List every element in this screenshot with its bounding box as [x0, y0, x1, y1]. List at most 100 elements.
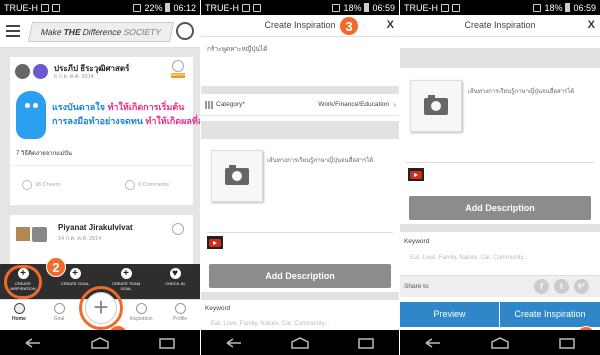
android-nav-bar	[201, 330, 399, 355]
home-nav-icon[interactable]	[90, 336, 110, 349]
lightbulb-icon	[172, 223, 184, 235]
grid-icon	[205, 101, 213, 109]
keyword-input[interactable]: Eat, Love, Family, Nature, Car, Communit…	[410, 255, 528, 261]
keyword-label: Keyword	[205, 305, 231, 312]
title-input[interactable]: กรัาะพูดหาะหญี่ปุ่นได้	[207, 44, 267, 54]
home-nav-icon[interactable]	[490, 336, 510, 349]
mascot-image	[16, 91, 46, 139]
battery-icon	[165, 3, 171, 12]
close-button[interactable]: X	[387, 19, 394, 31]
close-button[interactable]: X	[588, 19, 595, 31]
recents-icon[interactable]	[357, 337, 375, 349]
tab-profile[interactable]: Profile	[165, 303, 195, 322]
menu-icon[interactable]	[6, 25, 20, 37]
tab-label: Profile	[172, 316, 188, 322]
comments-button[interactable]: 0 Comments	[125, 180, 169, 190]
author-name[interactable]: Piyanat Jirakulvivat	[58, 223, 133, 232]
category-selector[interactable]: Category* Work/Finance/Education ›	[201, 94, 399, 116]
facebook-icon[interactable]: f	[534, 279, 549, 294]
highlight-ring	[4, 265, 42, 299]
google-plus-icon[interactable]: g+	[574, 279, 589, 294]
category-value: Work/Finance/Education	[318, 101, 389, 108]
tab-goal[interactable]: Goal	[44, 303, 74, 322]
avatar[interactable]	[33, 64, 48, 79]
camera-icon	[424, 94, 448, 115]
category-label: Category*	[216, 101, 245, 108]
post-date: 6 ก.ย. ค.ศ. 2014	[54, 74, 94, 80]
status-bar: TRUE-H 18% 06:59	[201, 0, 399, 15]
alarm-icon	[332, 3, 341, 12]
clock: 06:59	[573, 2, 596, 13]
back-icon[interactable]	[24, 337, 42, 348]
field-underline	[406, 162, 594, 163]
create-team-goal-button[interactable]: + CREATE TEAM GOAL	[107, 268, 145, 291]
keyword-label: Keyword	[404, 238, 430, 245]
clock: 06:59	[372, 2, 395, 13]
description-preview[interactable]: เส้นทางการเรียนรู้ภาษาญี่ปุ่นจนสื่อสารได…	[267, 155, 373, 165]
back-icon[interactable]	[225, 337, 243, 348]
feed-card[interactable]: Piyanat Jirakulvivat 14 ก.ค. ค.ศ. 2014	[10, 215, 193, 270]
battery-percent: 18%	[343, 2, 362, 13]
post-date: 14 ก.ค. ค.ศ. 2014	[58, 236, 102, 242]
status-bar: TRUE-H 22% 06:12	[0, 0, 200, 15]
inspiration-badge	[171, 223, 185, 243]
carrier-label: TRUE-H	[4, 2, 38, 13]
add-photo-button[interactable]	[211, 150, 263, 202]
recents-icon[interactable]	[558, 337, 576, 349]
home-nav-icon[interactable]	[290, 336, 310, 349]
avatar[interactable]	[32, 227, 47, 242]
home-icon	[13, 303, 25, 314]
post-image[interactable]: แรงบันดาลใจ ทำให้เกิดการเริ่มต้น การลงมื…	[10, 87, 200, 142]
avatar[interactable]	[16, 227, 30, 241]
add-photo-button[interactable]	[410, 80, 462, 132]
create-inspiration-scrolled-screen: TRUE-H 18% 06:59 Create Inspiration X เส้…	[400, 0, 600, 355]
brand-text: THE	[62, 27, 82, 37]
tab-home[interactable]: Home	[4, 303, 34, 322]
goal-icon	[53, 303, 65, 314]
profile-logo-icon[interactable]	[176, 22, 194, 40]
preview-button[interactable]: Preview	[400, 302, 499, 327]
notification-icon	[253, 3, 261, 12]
youtube-icon[interactable]	[408, 168, 424, 181]
camera-icon	[225, 164, 249, 185]
avatar[interactable]	[15, 64, 30, 79]
tab-inspiration[interactable]: Inspiration	[126, 303, 156, 322]
app-header: Make THE Difference SOCIETY	[0, 15, 200, 48]
lightbulb-icon	[135, 303, 147, 314]
battery-percent: 18%	[544, 2, 563, 13]
recents-icon[interactable]	[158, 337, 176, 349]
field-underline	[207, 232, 393, 233]
feed-card[interactable]: ประภีป ธีระวุฒิศาสตร์ 6 ก.ย. ค.ศ. 2014 I…	[10, 57, 200, 205]
keyword-input[interactable]: Eat, Love, Family, Nature, Car, Communit…	[211, 321, 329, 327]
brand-text: SOCIETY	[122, 27, 163, 37]
step-callout: 3	[339, 16, 359, 36]
card-footer: 38 Cheers 0 Comments	[10, 165, 193, 205]
add-description-button[interactable]: Add Description	[409, 196, 591, 220]
check-in-button[interactable]: ♥ CHECK-IN	[156, 268, 194, 286]
youtube-icon[interactable]	[207, 236, 223, 249]
alarm-icon	[133, 3, 142, 12]
title-bar: Create Inspiration X	[201, 15, 399, 37]
cheers-button[interactable]: 38 Cheers	[22, 180, 60, 190]
battery-percent: 22%	[144, 2, 163, 13]
back-icon[interactable]	[424, 337, 442, 348]
badge-label: INSPIRATION	[171, 73, 194, 78]
title-bar: Create Inspiration X	[400, 15, 600, 37]
share-label: Share to	[404, 283, 429, 290]
android-nav-bar	[0, 330, 200, 355]
plus-icon: +	[69, 268, 81, 279]
twitter-icon[interactable]: t	[554, 279, 569, 294]
add-description-button[interactable]: Add Description	[209, 264, 391, 288]
create-fab-button[interactable]: +	[85, 292, 117, 324]
create-inspiration-button[interactable]: Create Inspiration	[500, 302, 600, 327]
action-label: CREATE GOAL	[60, 281, 90, 286]
cheers-icon	[22, 180, 32, 190]
clock: 06:12	[173, 2, 196, 13]
description-preview[interactable]: เส้นทางการเรียนรู้ภาษาญี่ปุ่นจนสื่อสารได…	[468, 86, 574, 96]
create-inspiration-screen: TRUE-H 18% 06:59 Create Inspiration X 3 ก…	[201, 0, 399, 355]
heart-icon: ♥	[169, 268, 181, 279]
cheers-count: 38 Cheers	[35, 182, 61, 188]
notification-icon	[452, 3, 460, 12]
banner-text: การลงมือทำอย่างจดทน ทำให้เกิดผลที่สำ	[52, 116, 200, 126]
chevron-right-icon: ›	[393, 100, 396, 109]
